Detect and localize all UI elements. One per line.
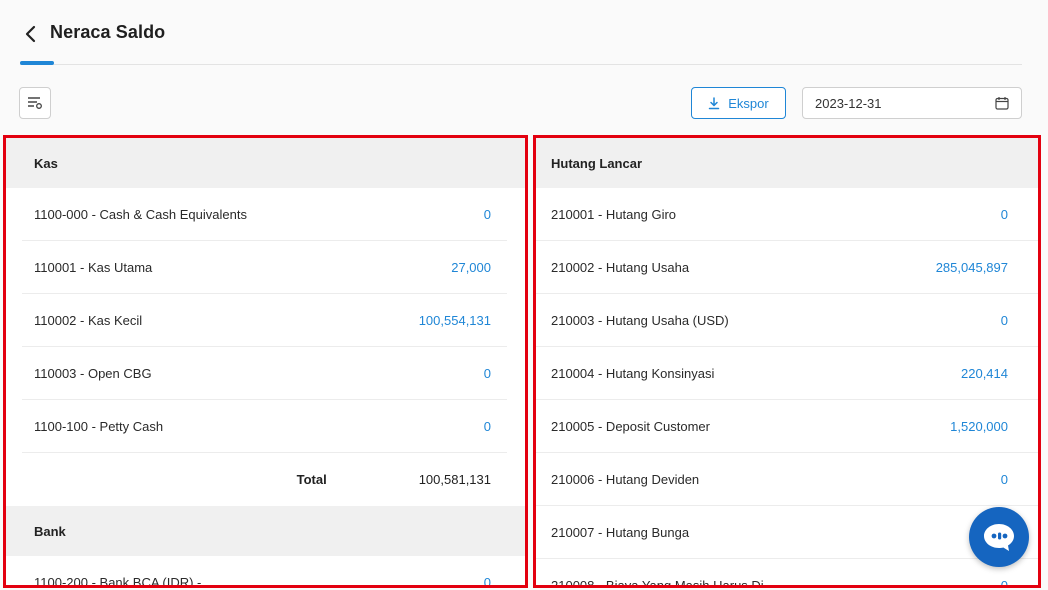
assets-panel: Kas 1100-000 - Cash & Cash Equivalents 0… (3, 135, 528, 588)
section-header-bank: Bank (6, 506, 525, 556)
download-icon (709, 96, 720, 109)
account-row: 210005 - Deposit Customer 1,520,000 (536, 400, 1038, 453)
section-header-kas: Kas (6, 138, 525, 188)
account-row: 210003 - Hutang Usaha (USD) 0 (536, 294, 1038, 347)
account-label: 1100-100 - Petty Cash (34, 418, 164, 434)
account-row: 1100-000 - Cash & Cash Equivalents 0 (22, 188, 507, 241)
account-amount-link[interactable]: 0 (484, 575, 491, 586)
account-amount-link[interactable]: 0 (484, 419, 491, 434)
back-button[interactable] (20, 22, 42, 46)
page-title: Neraca Saldo (50, 22, 166, 42)
account-amount-link[interactable]: 220,414 (961, 366, 1008, 381)
account-amount-link[interactable]: 0 (484, 207, 491, 222)
calendar-icon[interactable] (995, 96, 1009, 110)
filter-settings-button[interactable] (19, 87, 51, 119)
chat-bubble-icon (984, 524, 1014, 551)
account-label: 210002 - Hutang Usaha (551, 259, 690, 275)
account-amount-link[interactable]: 27,000 (451, 260, 491, 275)
total-label: Total (296, 472, 327, 487)
account-label: 210003 - Hutang Usaha (USD) (551, 312, 729, 328)
account-label: 210008 - Biaya Yang Masih Harus Di (551, 577, 764, 588)
account-label: 110003 - Open CBG (34, 365, 152, 381)
total-row: Total 100,581,131 (22, 453, 507, 506)
tab-indicator (20, 61, 54, 65)
chat-button[interactable] (969, 507, 1029, 567)
date-value: 2023-12-31 (815, 95, 882, 111)
account-label: 210005 - Deposit Customer (551, 418, 710, 434)
account-row: 210004 - Hutang Konsinyasi 220,414 (536, 347, 1038, 400)
total-value: 100,581,131 (418, 472, 491, 487)
account-amount-link[interactable]: 0 (1001, 207, 1008, 222)
export-label: Ekspor (728, 95, 769, 111)
account-amount-link[interactable]: 0 (484, 366, 491, 381)
account-row: 210001 - Hutang Giro 0 (536, 188, 1038, 241)
account-label: 210007 - Hutang Bunga (551, 524, 690, 540)
account-amount-link[interactable]: 0 (1001, 472, 1008, 487)
account-amount-link[interactable]: 285,045,897 (936, 260, 1008, 275)
section-header-hutang-lancar: Hutang Lancar (536, 138, 1038, 188)
account-label: 210001 - Hutang Giro (551, 206, 677, 222)
account-label: 210004 - Hutang Konsinyasi (551, 365, 715, 381)
filter-settings-icon (28, 97, 42, 109)
liabilities-panel: Hutang Lancar 210001 - Hutang Giro 0 210… (533, 135, 1041, 588)
account-row: 110002 - Kas Kecil 100,554,131 (22, 294, 507, 347)
account-amount-link[interactable]: 0 (1001, 313, 1008, 328)
date-picker-field[interactable]: 2023-12-31 (802, 87, 1022, 119)
account-amount-link[interactable]: 100,554,131 (419, 313, 491, 328)
header-divider (20, 64, 1022, 65)
account-row: 210002 - Hutang Usaha 285,045,897 (536, 241, 1038, 294)
account-amount-link[interactable]: 1,520,000 (950, 419, 1008, 434)
chevron-left-icon (25, 25, 36, 43)
account-row: 1100-200 - Bank BCA (IDR) - 0 (22, 556, 507, 588)
account-amount-link[interactable]: 0 (1001, 578, 1008, 586)
account-row: 210008 - Biaya Yang Masih Harus Di 0 (536, 559, 1038, 588)
account-row: 210006 - Hutang Deviden 0 (536, 453, 1038, 506)
page-header: Neraca Saldo (0, 0, 1048, 66)
account-row: 110001 - Kas Utama 27,000 (22, 241, 507, 294)
account-label: 210006 - Hutang Deviden (551, 471, 700, 487)
account-label: 1100-200 - Bank BCA (IDR) - (34, 574, 202, 588)
export-button[interactable]: Ekspor (691, 87, 786, 119)
account-label: 110002 - Kas Kecil (34, 312, 143, 328)
account-label: 110001 - Kas Utama (34, 259, 153, 275)
account-row: 110003 - Open CBG 0 (22, 347, 507, 400)
account-row: 210007 - Hutang Bunga (536, 506, 1038, 559)
account-label: 1100-000 - Cash & Cash Equivalents (34, 206, 247, 222)
account-row: 1100-100 - Petty Cash 0 (22, 400, 507, 453)
